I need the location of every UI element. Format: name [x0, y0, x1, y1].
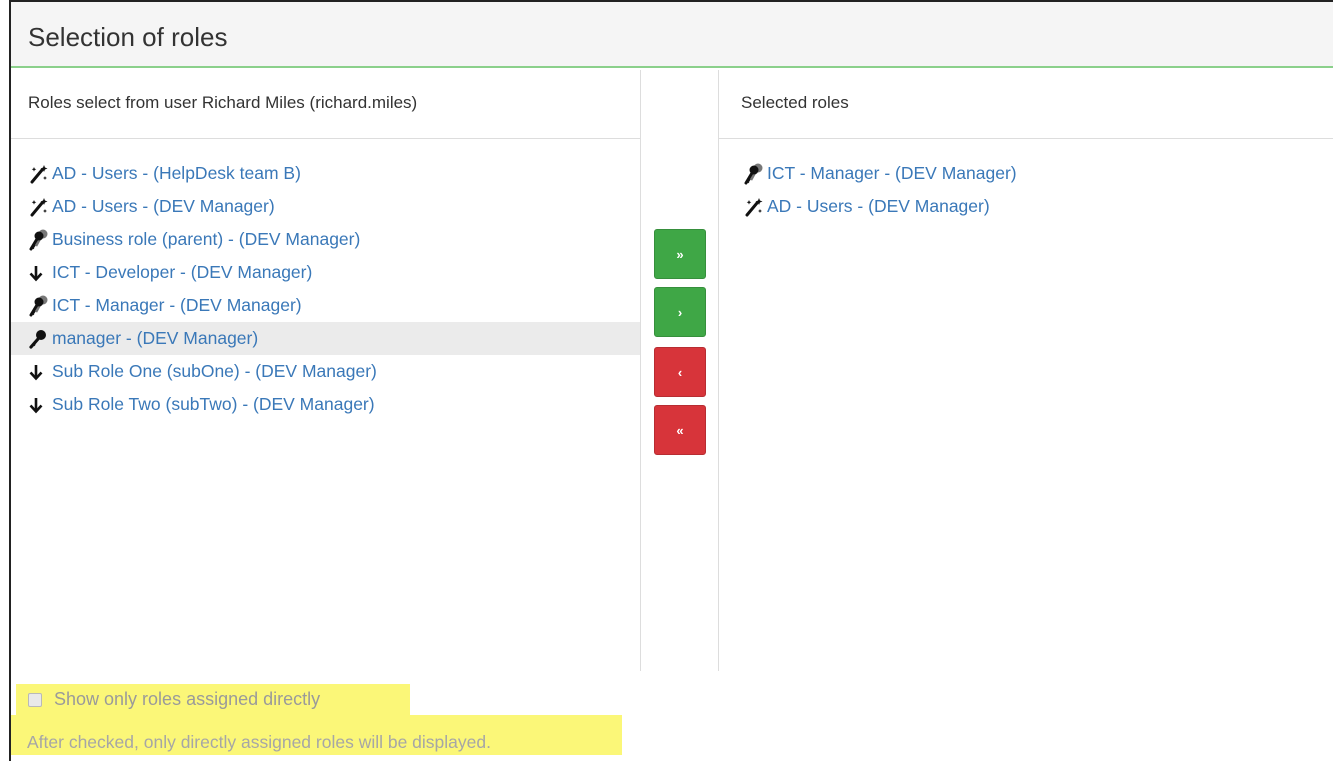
available-role-item[interactable]: AD - Users - (DEV Manager)	[11, 190, 640, 223]
available-role-label: ICT - Manager - (DEV Manager)	[52, 295, 302, 315]
show-direct-roles-label: Show only roles assigned directly	[54, 689, 321, 709]
arrow-down-icon	[28, 360, 50, 384]
available-role-item-selected[interactable]: manager - (DEV Manager)	[11, 322, 640, 355]
selected-role-label: AD - Users - (DEV Manager)	[767, 196, 990, 216]
panel-title: Selection of roles	[28, 22, 228, 52]
show-direct-roles-checkbox-row[interactable]: Show only roles assigned directly	[28, 689, 320, 710]
help-text: After checked, only directly assigned ro…	[27, 732, 491, 752]
selected-role-item[interactable]: ICT - Manager - (DEV Manager)	[719, 157, 1333, 190]
magic-wand-icon	[28, 195, 50, 219]
selected-role-item[interactable]: AD - Users - (DEV Manager)	[719, 190, 1333, 223]
selected-roles-header: Selected roles	[719, 70, 1333, 139]
transfer-buttons-column: » › ‹ «	[641, 70, 719, 671]
keys-icon	[28, 228, 50, 252]
magic-wand-icon	[743, 195, 765, 219]
keys-icon	[743, 162, 765, 186]
available-roles-header: Roles select from user Richard Miles (ri…	[11, 70, 640, 139]
key-icon	[28, 327, 50, 351]
available-role-item[interactable]: Business role (parent) - (DEV Manager)	[11, 223, 640, 256]
footer-options: Show only roles assigned directly After …	[11, 671, 1333, 761]
arrow-down-icon	[28, 261, 50, 285]
available-role-item[interactable]: AD - Users - (HelpDesk team B)	[11, 157, 640, 190]
magic-wand-icon	[28, 162, 50, 186]
show-direct-roles-checkbox[interactable]	[28, 692, 42, 707]
available-role-label: AD - Users - (DEV Manager)	[52, 196, 275, 216]
remove-all-button[interactable]: «	[654, 405, 706, 455]
available-role-label: AD - Users - (HelpDesk team B)	[52, 163, 301, 183]
available-role-item[interactable]: Sub Role One (subOne) - (DEV Manager)	[11, 355, 640, 388]
add-all-button[interactable]: »	[654, 229, 706, 279]
available-roles-list[interactable]: AD - Users - (HelpDesk team B) AD - User…	[11, 139, 640, 421]
add-selected-button[interactable]: ›	[654, 287, 706, 337]
selected-roles-list[interactable]: ICT - Manager - (DEV Manager) AD - Users…	[719, 139, 1333, 223]
selected-roles-column: Selected roles ICT - Manager - (DEV Mana…	[719, 70, 1333, 671]
available-role-item[interactable]: Sub Role Two (subTwo) - (DEV Manager)	[11, 388, 640, 421]
remove-selected-button[interactable]: ‹	[654, 347, 706, 397]
selected-role-label: ICT - Manager - (DEV Manager)	[767, 163, 1017, 183]
available-role-label: Sub Role One (subOne) - (DEV Manager)	[52, 361, 377, 381]
available-role-item[interactable]: ICT - Developer - (DEV Manager)	[11, 256, 640, 289]
available-role-label: manager - (DEV Manager)	[52, 328, 259, 348]
keys-icon	[28, 294, 50, 318]
available-role-item[interactable]: ICT - Manager - (DEV Manager)	[11, 289, 640, 322]
arrow-down-icon	[28, 393, 50, 417]
available-role-label: ICT - Developer - (DEV Manager)	[52, 262, 313, 282]
available-roles-column: Roles select from user Richard Miles (ri…	[11, 70, 641, 671]
available-role-label: Sub Role Two (subTwo) - (DEV Manager)	[52, 394, 375, 414]
panel-heading: Selection of roles	[11, 2, 1333, 68]
available-role-label: Business role (parent) - (DEV Manager)	[52, 229, 361, 249]
